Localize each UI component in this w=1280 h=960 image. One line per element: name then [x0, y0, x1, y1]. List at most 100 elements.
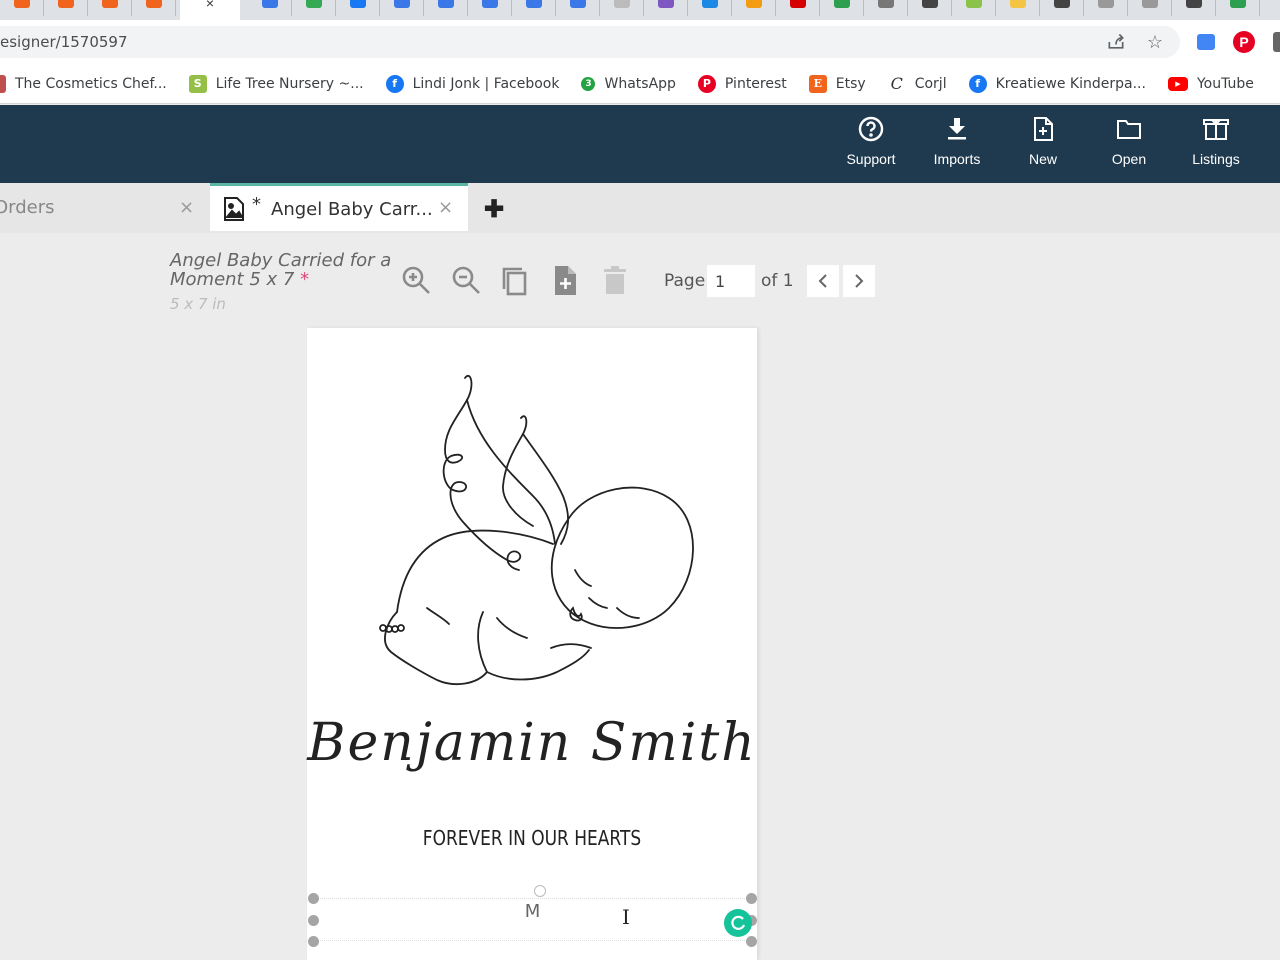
listings-button[interactable]: Listings [1176, 115, 1256, 175]
gmail-tab-icon [305, 0, 322, 8]
browser-tab[interactable] [248, 0, 292, 16]
close-icon[interactable]: × [179, 197, 194, 218]
zoom-out-icon [452, 266, 480, 294]
tab-favicon-icon [1009, 0, 1026, 8]
help-circle-icon [858, 116, 884, 142]
document-size: 5 x 7 in [170, 295, 226, 313]
support-button[interactable]: Support [831, 115, 911, 175]
prev-page-button[interactable] [807, 265, 839, 297]
facebook-icon: f [968, 74, 987, 93]
tab-favicon-icon [833, 0, 850, 8]
baby-name-text[interactable]: Benjamin Smith [307, 713, 757, 773]
bookmark-etsy[interactable]: E Etsy [808, 74, 866, 93]
browser-tab[interactable] [1040, 0, 1084, 16]
document-title: Angel Baby Carried for a Moment 5 x 7 * [170, 251, 400, 289]
bookmark-kreatiewe-kinderpa[interactable]: f Kreatiewe Kinderpa... [968, 74, 1146, 93]
browser-tab[interactable] [512, 0, 556, 16]
zoom-in-button[interactable] [399, 263, 433, 297]
browser-tab[interactable] [132, 0, 176, 16]
editing-text[interactable]: M [314, 901, 751, 922]
extension-icon[interactable] [1194, 30, 1218, 54]
zoom-out-button[interactable] [449, 263, 483, 297]
resize-handle-bottom-right[interactable] [746, 936, 757, 947]
cosmetics-icon [0, 74, 6, 93]
tab-orders[interactable]: Orders × [0, 183, 208, 231]
new-button[interactable]: New [1003, 115, 1083, 175]
add-tab-icon[interactable]: ✚ [484, 195, 504, 224]
browser-tab[interactable] [556, 0, 600, 16]
bookmark-life-tree-nursery[interactable]: S Life Tree Nursery ~... [188, 74, 364, 93]
pinterest-icon: P [697, 74, 716, 93]
bookmark-star-icon[interactable]: ☆ [1143, 30, 1167, 54]
imports-button[interactable]: Imports [917, 115, 997, 175]
bookmark-label: YouTube [1196, 75, 1254, 92]
browser-tab[interactable] [1128, 0, 1172, 16]
browser-tab[interactable] [952, 0, 996, 16]
browser-tab[interactable] [996, 0, 1040, 16]
browser-tab[interactable] [864, 0, 908, 16]
imports-label: Imports [933, 151, 981, 167]
bookmark-pinterest[interactable]: P Pinterest [697, 74, 787, 93]
delete-button[interactable] [598, 263, 632, 297]
folder-icon [1117, 120, 1141, 139]
bookmark-lindi-jonk-facebook[interactable]: f Lindi Jonk | Facebook [385, 74, 559, 93]
open-button[interactable]: Open [1089, 115, 1169, 175]
url-field[interactable]: esigner/1570597 [0, 26, 1180, 58]
tab-favicon-icon [261, 0, 278, 8]
browser-tab[interactable] [1084, 0, 1128, 16]
etsy-tab-icon [13, 0, 30, 8]
browser-tab[interactable] [644, 0, 688, 16]
shopify-icon: S [188, 74, 207, 93]
close-icon[interactable]: × [438, 197, 453, 218]
grammarly-icon[interactable] [724, 909, 752, 937]
browser-tab[interactable] [380, 0, 424, 16]
browser-tab[interactable] [600, 0, 644, 16]
angel-baby-illustration[interactable] [347, 358, 717, 698]
browser-tab[interactable] [776, 0, 820, 16]
browser-tab[interactable] [1172, 0, 1216, 16]
extension-icon[interactable] [1268, 30, 1280, 54]
tab-favicon-icon [789, 0, 806, 8]
bookmark-cosmetics-chef[interactable]: The Cosmetics Chef... [0, 74, 167, 93]
bookmark-youtube[interactable]: ▶ YouTube [1167, 75, 1254, 92]
facebook-icon: f [385, 74, 404, 93]
bookmark-corjl[interactable]: C Corjl [887, 74, 947, 93]
browser-tab[interactable] [908, 0, 952, 16]
zoom-in-icon [402, 266, 430, 294]
tab-favicon-icon [965, 0, 982, 8]
duplicate-button[interactable] [498, 263, 532, 297]
add-page-button[interactable] [548, 263, 582, 297]
tab-favicon-icon [1053, 0, 1070, 8]
rotate-handle[interactable] [534, 885, 546, 897]
share-icon[interactable] [1104, 30, 1128, 54]
browser-tab[interactable] [88, 0, 132, 16]
box-icon [1203, 119, 1229, 140]
tab-favicon-icon [745, 0, 762, 8]
selected-text-box[interactable]: M I [308, 885, 757, 947]
browser-tab[interactable] [732, 0, 776, 16]
download-icon [948, 118, 966, 140]
support-label: Support [846, 151, 896, 167]
browser-tab[interactable] [688, 0, 732, 16]
page-number-input[interactable] [707, 265, 755, 297]
pinterest-extension-icon[interactable]: P [1232, 30, 1256, 54]
resize-handle-bottom-left[interactable] [308, 936, 319, 947]
browser-tab[interactable] [424, 0, 468, 16]
whatsapp-icon: 3 [581, 76, 596, 91]
bookmark-whatsapp[interactable]: 3 WhatsApp [581, 75, 676, 92]
browser-tab[interactable] [44, 0, 88, 16]
browser-tab[interactable] [0, 0, 44, 16]
browser-tab[interactable] [820, 0, 864, 16]
design-canvas[interactable]: Benjamin Smith FOREVER IN OUR HEARTS M I [307, 328, 757, 960]
close-icon[interactable]: × [206, 0, 214, 20]
bookmark-label: WhatsApp [604, 75, 676, 92]
tab-angel-baby[interactable]: * Angel Baby Carr... × [210, 183, 468, 231]
tagline-text[interactable]: FOREVER IN OUR HEARTS [341, 826, 724, 850]
facebook-tab-icon [349, 0, 366, 8]
browser-tab[interactable] [1216, 0, 1260, 16]
browser-tab[interactable] [292, 0, 336, 16]
next-page-button[interactable] [843, 265, 875, 297]
browser-tab[interactable] [468, 0, 512, 16]
browser-tab-active[interactable]: × [180, 0, 240, 20]
browser-tab[interactable] [336, 0, 380, 16]
